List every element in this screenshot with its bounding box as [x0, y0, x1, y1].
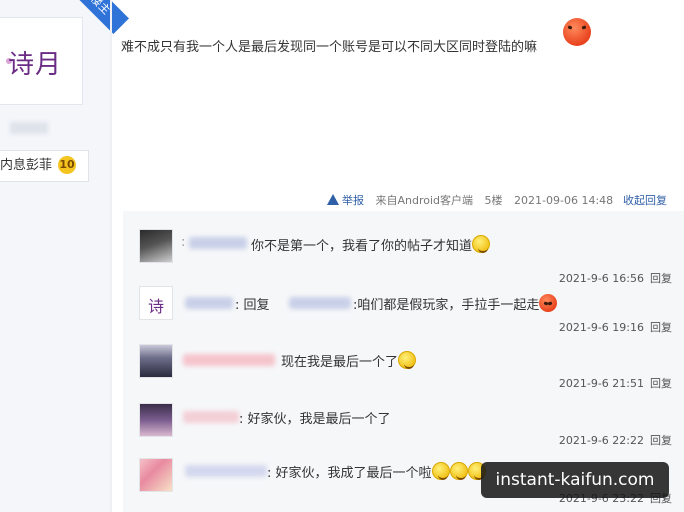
author-avatar[interactable]: 诗月 [0, 17, 83, 105]
reply-username-blurred[interactable] [185, 297, 233, 309]
reply-meta: 2021-9-6 22:22 回复 [559, 432, 672, 448]
reply-username-blurred[interactable] [185, 465, 267, 477]
reply-time: 2021-9-6 19:16 [558, 321, 644, 334]
avatar-logo-text: 诗月 [8, 50, 63, 80]
reply-username-blurred[interactable] [183, 354, 275, 366]
reply-button[interactable]: 回复 [650, 377, 672, 390]
reply-text: : 好家伙，我是最后一个了 [239, 412, 391, 427]
post-content: 难不成只有我一个人是最后发现同一个账号是可以不同大区同时登陆的嘛 [121, 40, 538, 55]
reply-item: : 好家伙，我是最后一个了 2021-9-6 22:22 回复 [123, 397, 684, 455]
reply-avatar[interactable] [139, 286, 173, 320]
angry-face-icon [563, 18, 591, 46]
reply-prefix: : [181, 235, 186, 250]
message-button-label: 内息彭菲 [0, 158, 53, 173]
column-divider [110, 0, 112, 512]
reply-item: : 你不是第一个，我看了你的帖子才知道 2021-9-6 16:56 回复 [123, 223, 684, 285]
reply-prefix: : 回复 [235, 298, 270, 313]
reply-text: 现在我是最后一个了 [281, 351, 417, 370]
message-button[interactable]: 内息彭菲 10 [0, 150, 89, 182]
smile-face-icon [431, 462, 450, 480]
reply-time: 2021-9-6 21:51 [558, 377, 644, 390]
reply-avatar[interactable] [139, 403, 173, 437]
reply-item: : 回复 :咱们都是假玩家，手拉手一起走 2021-9-6 19:16 回复 [123, 283, 684, 341]
report-link[interactable]: 举报 [327, 194, 364, 207]
angry-face-icon [539, 294, 558, 312]
reply-target-blurred[interactable] [289, 297, 351, 309]
warning-icon [327, 194, 339, 205]
reply-button[interactable]: 回复 [650, 321, 672, 334]
reply-meta: 2021-9-6 21:51 回复 [559, 375, 672, 391]
smile-face-icon [398, 351, 417, 369]
reply-text: : 好家伙，我成了最后一个啦 [267, 462, 486, 481]
client-source: 来自Android客户端 [375, 194, 474, 207]
post-timestamp: 2021-09-06 14:48 [514, 194, 614, 207]
reply-button[interactable]: 回复 [650, 434, 672, 447]
smile-face-icon [472, 235, 491, 253]
reply-avatar[interactable] [139, 344, 173, 378]
reply-item: 现在我是最后一个了 2021-9-6 21:51 回复 [123, 340, 684, 398]
level-badge: 10 [58, 156, 76, 174]
author-name-blurred[interactable] [10, 122, 48, 134]
reply-time: 2021-9-6 22:22 [558, 434, 644, 447]
reply-username-blurred[interactable] [189, 237, 247, 249]
reply-meta: 2021-9-6 19:16 回复 [559, 319, 672, 335]
reply-avatar[interactable] [139, 458, 173, 492]
site-watermark: instant-kaifun.com [481, 462, 669, 498]
floor-number: 5楼 [484, 194, 503, 207]
reply-username-blurred[interactable] [183, 411, 239, 423]
reply-avatar[interactable] [139, 229, 173, 263]
smile-face-icon [449, 462, 468, 480]
author-sidebar: 诗月 楼主 内息彭菲 10 [0, 0, 129, 512]
reply-text: 你不是第一个，我看了你的帖子才知道 [251, 235, 491, 254]
collapse-reply-link[interactable]: 收起回复 [623, 192, 667, 208]
post-meta: 举报 来自Android客户端 5楼 2021-09-06 14:48 收起回复 [327, 192, 667, 208]
reply-text: :咱们都是假玩家，手拉手一起走 [353, 294, 558, 313]
